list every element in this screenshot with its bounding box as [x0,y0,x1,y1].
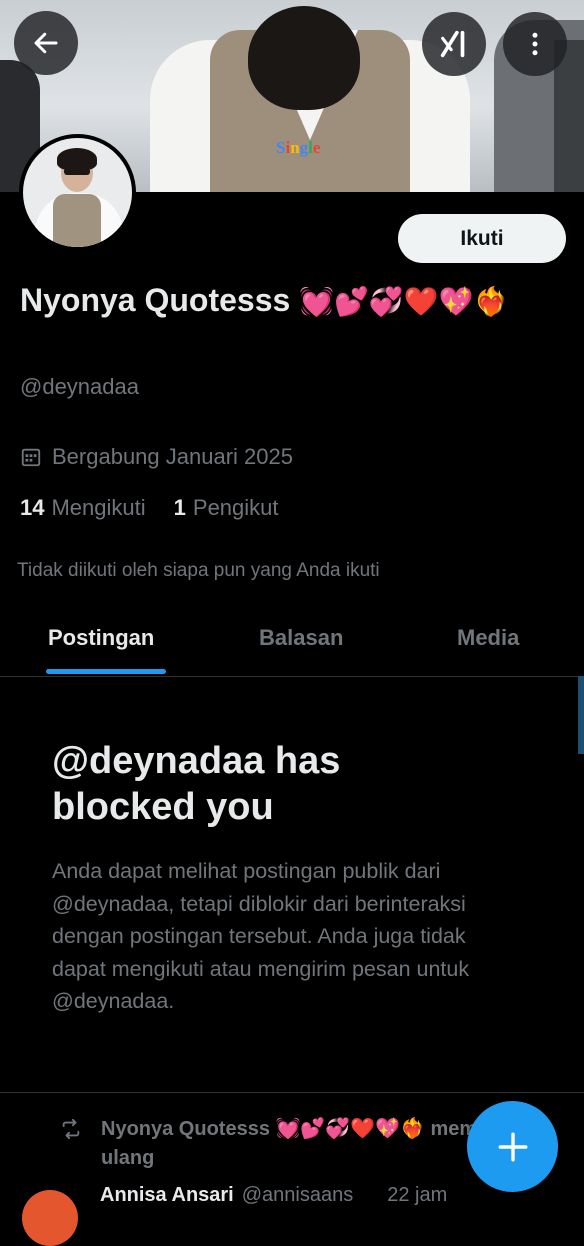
profile-tabs: Postingan Balasan Media [0,610,584,677]
follow-button[interactable]: Ikuti [398,214,566,263]
joined-date: Bergabung Januari 2025 [20,444,293,470]
display-name-text: Nyonya Quotesss [20,282,291,318]
following-label: Mengikuti [51,495,146,520]
divider [0,1092,584,1093]
active-tab-indicator [46,669,166,674]
followers-link[interactable]: 1 Pengikut [174,495,279,521]
calendar-icon [21,448,41,467]
blocked-description: Anda dapat melihat postingan publik dari… [52,859,470,1013]
followers-label: Pengikut [192,495,279,520]
post-header: Annisa Ansari @annisaans 22 jam [100,1184,447,1207]
scrollbar[interactable] [578,676,584,754]
more-vertical-icon [532,32,538,56]
more-options-button[interactable] [503,12,567,76]
post-author-avatar[interactable] [22,1190,78,1246]
grok-button[interactable] [422,12,486,76]
profile-handle: @deynadaa [20,374,139,399]
tab-postingan[interactable]: Postingan [48,625,154,651]
not-followed-note: Tidak diikuti oleh siapa pun yang Anda i… [17,560,380,581]
arrow-left-icon [34,32,58,54]
display-name-emojis: 💓💕💞❤️💖❤️‍🔥 [299,285,509,318]
banner-hair [248,6,360,110]
avatar-photo [23,138,132,247]
followers-count: 1 [173,495,186,520]
following-count: 14 [20,495,45,520]
post-time: 22 jam [387,1184,448,1206]
tab-media[interactable]: Media [457,625,519,651]
following-link[interactable]: 14 Mengikuti [20,495,146,521]
post-author-handle: @annisaans [241,1184,354,1206]
grok-icon [440,30,465,58]
blocked-title: @deynadaa has blocked you [52,740,341,828]
repost-icon [62,1118,80,1140]
display-name: Nyonya Quotesss 💓💕💞❤️💖❤️‍🔥 [20,276,568,326]
profile-avatar[interactable] [19,134,136,251]
compose-button[interactable] [467,1101,558,1192]
joined-text: Bergabung Januari 2025 [52,444,293,469]
back-button[interactable] [14,11,78,75]
follow-stats: 14 Mengikuti 1 Pengikut [20,495,307,521]
plus-icon [498,1132,527,1161]
tab-balasan[interactable]: Balasan [259,625,343,651]
post-author-name[interactable]: Annisa Ansari [100,1184,234,1206]
banner-shirt-text: Single [276,138,321,157]
